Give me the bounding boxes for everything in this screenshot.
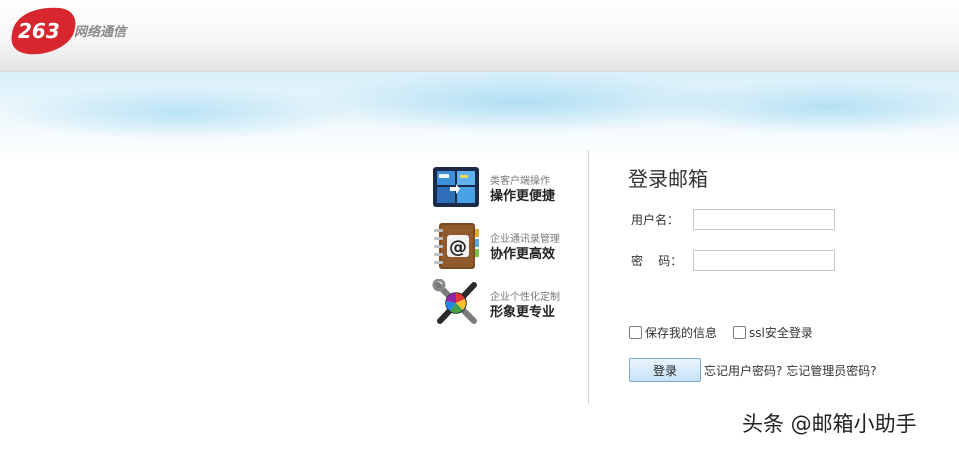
feature-item: 类客户端操作 操作更便捷 bbox=[430, 163, 580, 219]
address-book-icon: @ bbox=[430, 221, 482, 271]
tools-palette-icon bbox=[430, 279, 482, 329]
header-bar: 263 网络通信 bbox=[0, 0, 959, 72]
sky-banner bbox=[0, 72, 959, 162]
username-label: 用户名： bbox=[631, 213, 680, 227]
login-button[interactable]: 登录 bbox=[629, 358, 701, 382]
ssl-option[interactable]: ssl安全登录 bbox=[733, 324, 813, 340]
forgot-admin-password-link[interactable]: 忘记管理员密码? bbox=[786, 364, 876, 378]
login-title: 登录邮箱 bbox=[628, 167, 708, 191]
save-info-option[interactable]: 保存我的信息 bbox=[629, 324, 717, 340]
feature-title: 形象更专业 bbox=[490, 305, 556, 320]
brand-logo: 263 网络通信 bbox=[8, 4, 158, 56]
password-input[interactable] bbox=[693, 250, 835, 271]
svg-text:263: 263 bbox=[18, 19, 60, 43]
feature-item: @ 企业通讯录管理 协作更高效 bbox=[430, 221, 580, 277]
save-info-label: 保存我的信息 bbox=[645, 325, 718, 340]
vertical-divider bbox=[588, 150, 589, 404]
logo-263-icon: 263 网络通信 bbox=[11, 7, 128, 55]
ssl-label: ssl安全登录 bbox=[749, 325, 813, 340]
feature-item: 企业个性化定制 形象更专业 bbox=[430, 279, 580, 335]
ssl-checkbox[interactable] bbox=[733, 325, 746, 339]
login-page: 263 网络通信 类客户端操作 操作更便捷 @ 企业通讯录管理 协作更高效 企业… bbox=[0, 0, 959, 450]
feature-list: 类客户端操作 操作更便捷 @ 企业通讯录管理 协作更高效 企业个性化定制 形象更… bbox=[430, 163, 580, 337]
svg-text:网络通信: 网络通信 bbox=[74, 24, 128, 40]
password-label: 密 码： bbox=[631, 254, 683, 268]
feature-title: 操作更便捷 bbox=[490, 189, 556, 204]
forgot-user-password-link[interactable]: 忘记用户密码? bbox=[704, 364, 782, 378]
feature-title: 协作更高效 bbox=[490, 247, 556, 262]
watermark-text: 头条 @邮箱小助手 bbox=[742, 412, 917, 436]
svg-text:@: @ bbox=[449, 237, 467, 258]
username-input[interactable] bbox=[693, 209, 835, 230]
windows-tiles-icon bbox=[430, 163, 482, 213]
forgot-links: 忘记用户密码? 忘记管理员密码? bbox=[704, 362, 877, 379]
save-info-checkbox[interactable] bbox=[629, 325, 642, 339]
